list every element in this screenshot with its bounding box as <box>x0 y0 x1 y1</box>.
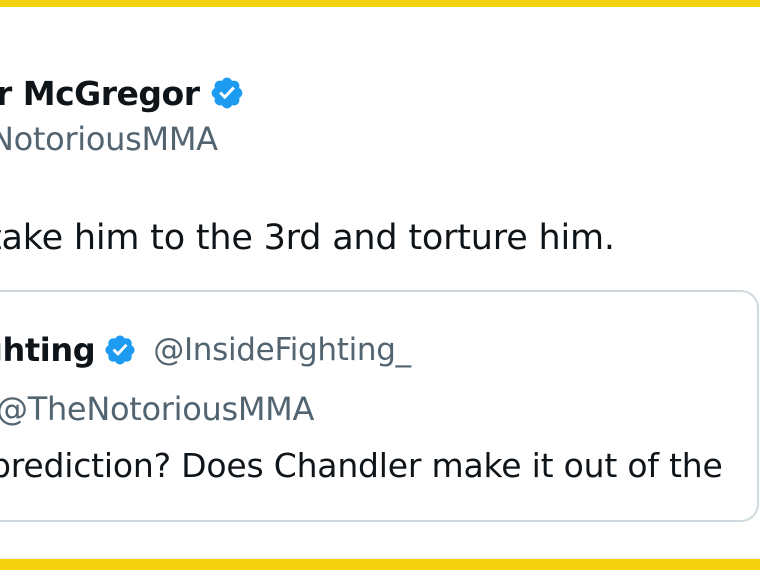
verified-badge-icon <box>105 335 135 365</box>
tweet-author-handle[interactable]: NotoriousMMA <box>0 120 218 158</box>
tweet-author-name[interactable]: r McGregor <box>0 74 200 113</box>
quoted-tweet-mention[interactable]: @TheNotoriousMMA <box>0 390 314 428</box>
quoted-author-name[interactable]: ghting <box>0 331 96 369</box>
top-accent-border <box>0 0 760 7</box>
screenshot-frame: r McGregor NotoriousMMA take him to the … <box>0 0 760 570</box>
verified-badge-icon <box>212 77 243 109</box>
tweet-text: take him to the 3rd and torture him. <box>0 218 615 258</box>
quoted-author-handle[interactable]: @InsideFighting_ <box>153 332 411 368</box>
quoted-tweet-header[interactable]: ghting @InsideFighting_ <box>0 328 411 372</box>
quoted-tweet-text: prediction? Does Chandler make it out of… <box>0 446 723 485</box>
bottom-accent-border <box>0 559 760 570</box>
tweet-author-row[interactable]: r McGregor <box>0 70 245 116</box>
